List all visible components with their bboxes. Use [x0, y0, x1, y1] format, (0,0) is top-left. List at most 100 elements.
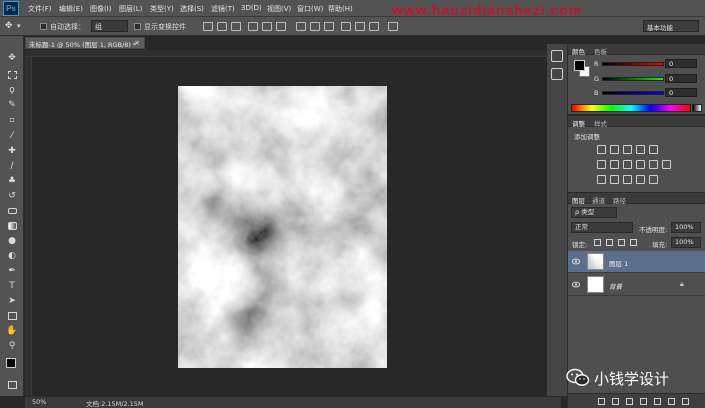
document-canvas-clouds[interactable]: [178, 86, 387, 368]
align-hcenter-icon[interactable]: [262, 22, 272, 31]
eyedropper-tool-icon[interactable]: ⁄: [6, 130, 18, 142]
workspace-dropdown[interactable]: 基本功能: [643, 20, 699, 32]
auto-select-dropdown[interactable]: 组: [91, 20, 128, 32]
quick-select-tool-icon[interactable]: ✎: [6, 99, 18, 111]
menu-file[interactable]: 文件(F): [28, 4, 52, 14]
tab-swatches[interactable]: 色板: [594, 46, 607, 56]
new-group-icon[interactable]: [654, 398, 661, 405]
gradient-tool-icon[interactable]: [6, 220, 18, 232]
crop-tool-icon[interactable]: ⌗: [6, 115, 18, 127]
black-white-icon[interactable]: [623, 160, 632, 169]
lasso-tool-icon[interactable]: ϙ: [6, 84, 18, 96]
dodge-tool-icon[interactable]: ◐: [6, 250, 18, 262]
link-layers-icon[interactable]: [598, 398, 605, 405]
properties-panel-icon[interactable]: [551, 68, 563, 80]
distribute-hcenter-icon[interactable]: [355, 22, 365, 31]
align-left-icon[interactable]: [248, 22, 258, 31]
selective-color-icon[interactable]: [636, 175, 645, 184]
layer-name[interactable]: 背景: [609, 281, 622, 291]
layer-row-background[interactable]: 背景 🔒︎: [568, 274, 705, 296]
channel-mixer-icon[interactable]: [649, 160, 658, 169]
move-tool-icon[interactable]: ✥: [5, 21, 13, 31]
tab-paths[interactable]: 路径: [613, 195, 626, 205]
auto-select-checkbox[interactable]: [40, 23, 47, 30]
posterize-icon[interactable]: [610, 175, 619, 184]
distribute-top-icon[interactable]: [296, 22, 306, 31]
foreground-color-swatch[interactable]: [6, 358, 16, 368]
green-slider[interactable]: [602, 77, 664, 81]
tab-layers[interactable]: 图层: [572, 195, 585, 205]
layer-row-layer1[interactable]: 图层 1: [568, 251, 705, 273]
blue-value-field[interactable]: 0: [665, 88, 697, 97]
history-panel-icon[interactable]: [551, 50, 563, 62]
healing-brush-tool-icon[interactable]: ✚: [6, 145, 18, 157]
tool-preset-chevron-icon[interactable]: ▾: [17, 22, 21, 30]
layer-name[interactable]: 图层 1: [609, 258, 628, 268]
red-value-field[interactable]: 0: [665, 59, 697, 68]
zoom-level[interactable]: 50%: [32, 398, 46, 406]
menu-3d[interactable]: 3D(D): [241, 4, 262, 12]
layer-style-icon[interactable]: [612, 398, 619, 405]
path-select-tool-icon[interactable]: ➤: [6, 295, 18, 307]
brightness-contrast-icon[interactable]: [597, 145, 606, 154]
zoom-tool-icon[interactable]: ⚲: [6, 340, 18, 352]
hue-saturation-icon[interactable]: [597, 160, 606, 169]
menu-layer[interactable]: 图层(L): [119, 4, 142, 14]
move-tool-icon[interactable]: ✥: [6, 52, 18, 64]
pen-tool-icon[interactable]: ✒: [6, 265, 18, 277]
tab-styles[interactable]: 样式: [594, 118, 607, 128]
curves-icon[interactable]: [623, 145, 632, 154]
brush-tool-icon[interactable]: ∕: [6, 160, 18, 172]
fill-field[interactable]: 100%: [671, 237, 701, 248]
exposure-icon[interactable]: [636, 145, 645, 154]
lock-all-icon[interactable]: [630, 239, 637, 246]
photo-filter-icon[interactable]: [636, 160, 645, 169]
lock-transparent-icon[interactable]: [594, 239, 601, 246]
visibility-eye-icon[interactable]: [572, 258, 580, 265]
hand-tool-icon[interactable]: ✋: [6, 325, 18, 337]
blue-slider[interactable]: [602, 91, 664, 95]
blur-tool-icon[interactable]: ●: [6, 235, 18, 247]
menu-edit[interactable]: 编辑(E): [59, 4, 83, 14]
menu-select[interactable]: 选择(S): [180, 4, 204, 14]
menu-image[interactable]: 图像(I): [90, 4, 112, 14]
align-right-icon[interactable]: [276, 22, 286, 31]
align-vcenter-icon[interactable]: [217, 22, 227, 31]
new-layer-icon[interactable]: [668, 398, 675, 405]
document-tab[interactable]: 未标题-1 @ 50% (图层 1, RGB/8) * ×: [25, 37, 145, 49]
quick-mask-icon[interactable]: [6, 379, 18, 391]
threshold-icon[interactable]: [623, 175, 632, 184]
clone-stamp-tool-icon[interactable]: ♣: [6, 175, 18, 187]
type-tool-icon[interactable]: T: [6, 280, 18, 292]
rectangle-tool-icon[interactable]: [6, 310, 18, 322]
opacity-field[interactable]: 100%: [671, 222, 701, 233]
green-value-field[interactable]: 0: [665, 74, 697, 83]
grayscale-ramp[interactable]: [692, 104, 702, 112]
history-brush-tool-icon[interactable]: ↺: [6, 190, 18, 202]
color-lookup-icon[interactable]: [662, 160, 671, 169]
lock-position-icon[interactable]: [618, 239, 625, 246]
color-spectrum-bar[interactable]: [571, 104, 691, 112]
eraser-tool-icon[interactable]: [6, 205, 18, 217]
vibrance-icon[interactable]: [649, 145, 658, 154]
align-bottom-icon[interactable]: [231, 22, 241, 31]
menu-filter[interactable]: 滤镜(T): [211, 4, 235, 14]
align-top-icon[interactable]: [203, 22, 213, 31]
menu-help[interactable]: 帮助(H): [328, 4, 353, 14]
lock-image-icon[interactable]: [606, 239, 613, 246]
tab-color[interactable]: 颜色: [572, 46, 585, 56]
distribute-right-icon[interactable]: [369, 22, 379, 31]
marquee-tool-icon[interactable]: [6, 69, 18, 81]
levels-icon[interactable]: [610, 145, 619, 154]
visibility-eye-icon[interactable]: [572, 281, 580, 288]
menu-window[interactable]: 窗口(W): [297, 4, 323, 14]
distribute-bottom-icon[interactable]: [324, 22, 334, 31]
foreground-color-chip[interactable]: [574, 60, 585, 71]
add-mask-icon[interactable]: [626, 398, 633, 405]
gradient-map-icon[interactable]: [649, 175, 658, 184]
red-slider[interactable]: [602, 62, 664, 66]
tab-adjustments[interactable]: 调整: [572, 118, 585, 128]
new-adjustment-icon[interactable]: [640, 398, 647, 405]
close-icon[interactable]: ×: [134, 39, 140, 47]
auto-align-icon[interactable]: [388, 22, 398, 31]
